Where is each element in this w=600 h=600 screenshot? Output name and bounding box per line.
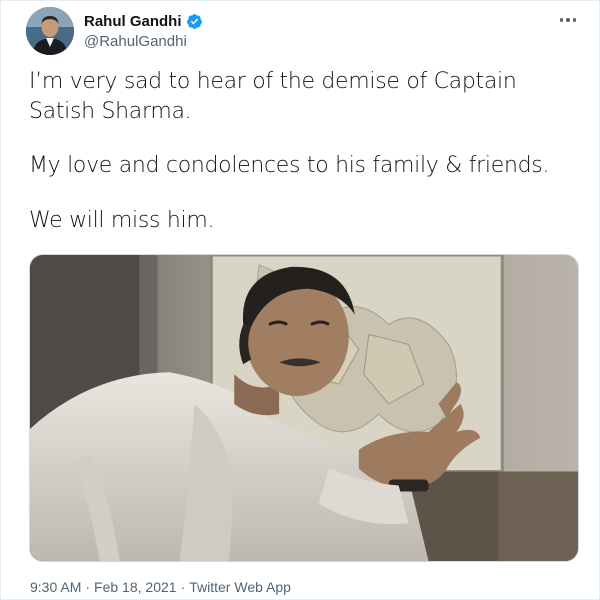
more-dot [572, 18, 577, 22]
more-dot [559, 18, 564, 22]
tweet-paragraph: I’m very sad to hear of the demise of Ca… [29, 69, 517, 124]
tweet-card: Rahul Gandhi @RahulGandhi I’m very sad t… [0, 0, 600, 600]
tweet-time[interactable]: 9:30 AM [30, 579, 81, 595]
tweet-header: Rahul Gandhi @RahulGandhi [26, 7, 586, 57]
tweet-source[interactable]: Twitter Web App [189, 579, 291, 595]
tweet-paragraph: My love and condolences to his family & … [29, 153, 550, 178]
display-name-row: Rahul Gandhi [84, 11, 203, 31]
author-names: Rahul Gandhi @RahulGandhi [84, 11, 203, 50]
footer-separator: · [180, 579, 186, 595]
footer-separator: · [85, 579, 91, 595]
display-name[interactable]: Rahul Gandhi [84, 13, 182, 30]
more-options-icon[interactable] [556, 13, 580, 27]
tweet-paragraph: We will miss him. [29, 208, 215, 233]
author-handle[interactable]: @RahulGandhi [84, 33, 203, 50]
tweet-footer: 9:30 AM · Feb 18, 2021 · Twitter Web App [30, 579, 291, 595]
avatar[interactable] [26, 7, 74, 55]
tweet-text: I’m very sad to hear of the demise of Ca… [29, 67, 579, 261]
tweet-photo[interactable] [29, 254, 579, 562]
verified-badge-icon [186, 13, 203, 30]
tweet-date[interactable]: Feb 18, 2021 [94, 579, 177, 595]
more-dot [566, 18, 570, 22]
photo-illustration [30, 255, 578, 561]
